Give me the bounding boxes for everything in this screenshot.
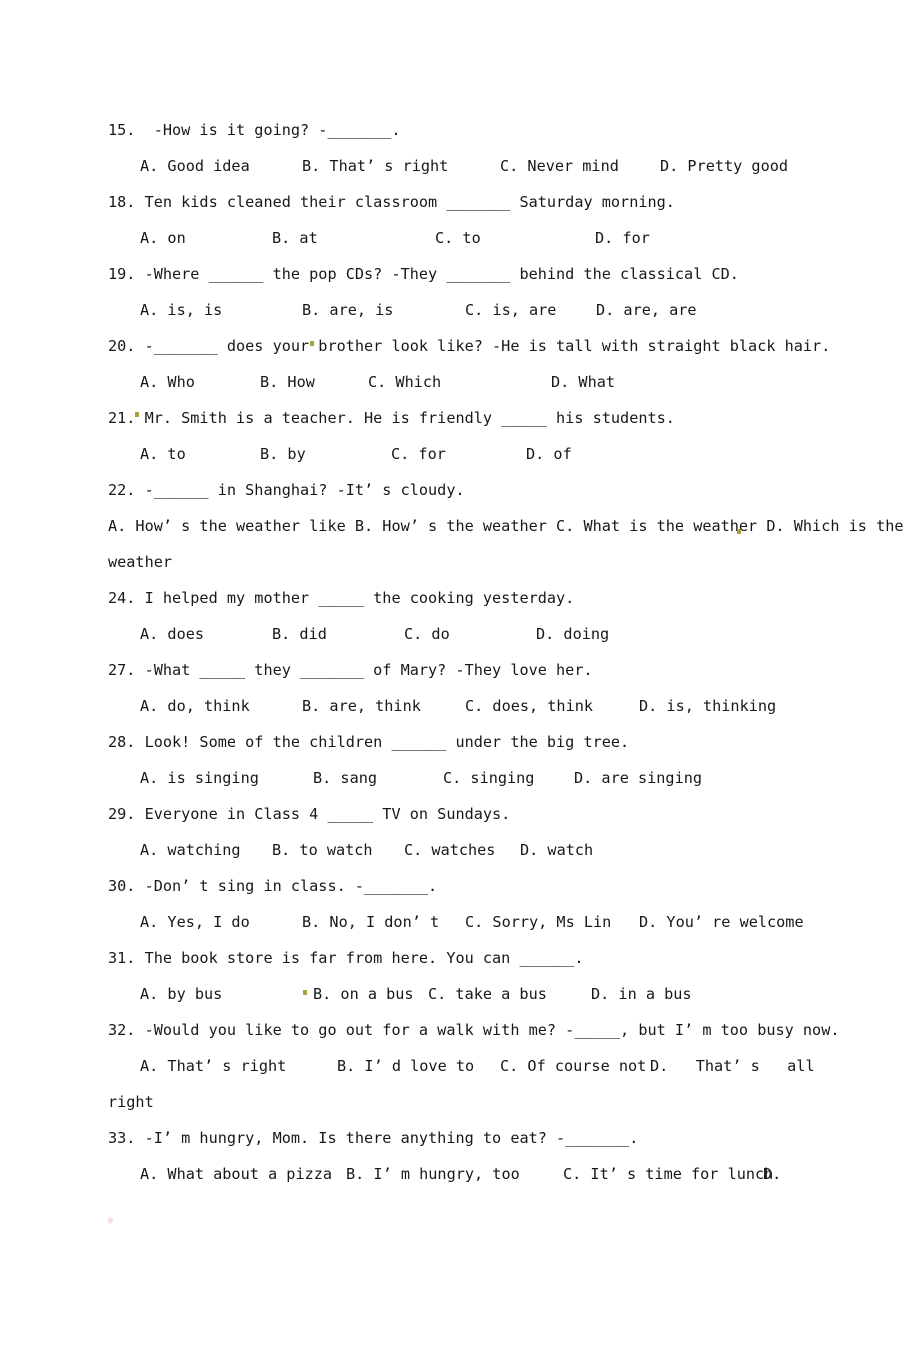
option-28-d[interactable]: D. are singing	[574, 760, 702, 796]
option-30-c[interactable]: C. Sorry, Ms Lin	[465, 904, 611, 940]
option-row-21: A. to B. by C. for D. of	[108, 436, 820, 472]
question-stem-32: 32. -Would you like to go out for a walk…	[108, 1021, 840, 1039]
option-19-d[interactable]: D. are, are	[596, 292, 697, 328]
option-29-b[interactable]: B. to watch	[272, 832, 373, 868]
question-stem-27: 27. -What _____ they _______ of Mary? -T…	[108, 661, 593, 679]
option-33-a[interactable]: A. What about a pizza	[140, 1156, 332, 1192]
option-paragraph-22-continued: weather	[108, 553, 173, 571]
option-32-b[interactable]: B. I’ d love to	[337, 1048, 474, 1084]
option-32-d[interactable]: D. That’ s all	[650, 1048, 815, 1084]
question-stem-24: 24. I helped my mother _____ the cooking…	[108, 589, 575, 607]
question-stem-30: 30. -Don’ t sing in class. -_______.	[108, 877, 438, 895]
option-28-b[interactable]: B. sang	[313, 760, 377, 796]
option-32-c[interactable]: C. Of course not	[500, 1048, 646, 1084]
question-stem-22: 22. -______ in Shanghai? -It’ s cloudy.	[108, 481, 465, 499]
option-33-b[interactable]: B. I’ m hungry, too	[346, 1156, 520, 1192]
option-28-c[interactable]: C. singing	[443, 760, 534, 796]
question-stem-33: 33. -I’ m hungry, Mom. Is there anything…	[108, 1129, 639, 1147]
option-27-d[interactable]: D. is, thinking	[639, 688, 776, 724]
option-27-b[interactable]: B. are, think	[302, 688, 421, 724]
option-21-b[interactable]: B. by	[260, 436, 306, 472]
question-stem-21: 21. Mr. Smith is a teacher. He is friend…	[108, 409, 675, 427]
option-33-c[interactable]: C. It’ s time for lunch	[563, 1156, 773, 1192]
option-28-a[interactable]: A. is singing	[140, 760, 259, 796]
option-row-29: A. watching B. to watch C. watches D. wa…	[108, 832, 820, 868]
option-24-b[interactable]: B. did	[272, 616, 327, 652]
option-20-c[interactable]: C. Which	[368, 364, 441, 400]
option-20-a[interactable]: A. Who	[140, 364, 195, 400]
option-row-28: A. is singing B. sang C. singing D. are …	[108, 760, 820, 796]
question-stem-28: 28. Look! Some of the children ______ un…	[108, 733, 630, 751]
option-row-19: A. is, is B. are, is C. is, are D. are, …	[108, 292, 820, 328]
option-31-d[interactable]: D. in a bus	[591, 976, 692, 1012]
option-row-31: A. by bus B. on a bus C. take a bus D. i…	[108, 976, 820, 1012]
option-18-c[interactable]: C. to	[435, 220, 481, 256]
option-24-d[interactable]: D. doing	[536, 616, 609, 652]
option-row-18: A. on B. at C. to D. for	[108, 220, 820, 256]
option-20-b[interactable]: B. How	[260, 364, 315, 400]
option-row-15: A. Good idea B. That’ s right C. Never m…	[108, 148, 820, 184]
option-24-a[interactable]: A. does	[140, 616, 204, 652]
option-29-c[interactable]: C. watches	[404, 832, 495, 868]
option-21-d[interactable]: D. of	[526, 436, 572, 472]
option-19-a[interactable]: A. is, is	[140, 292, 222, 328]
option-20-d[interactable]: D. What	[551, 364, 615, 400]
option-15-a[interactable]: A. Good idea	[140, 148, 250, 184]
question-stem-29: 29. Everyone in Class 4 _____ TV on Sund…	[108, 805, 511, 823]
option-row-24: A. does B. did C. do D. doing	[108, 616, 820, 652]
option-29-a[interactable]: A. watching	[140, 832, 241, 868]
option-19-c[interactable]: C. is, are	[465, 292, 556, 328]
option-30-a[interactable]: A. Yes, I do	[140, 904, 250, 940]
option-row-20: A. Who B. How C. Which D. What	[108, 364, 820, 400]
option-32-a[interactable]: A. That’ s right	[140, 1048, 286, 1084]
option-29-d[interactable]: D. watch	[520, 832, 593, 868]
option-21-a[interactable]: A. to	[140, 436, 186, 472]
document-page: 15. -How is it going? -_______. A. Good …	[0, 0, 920, 1302]
option-15-d[interactable]: D. Pretty good	[660, 148, 788, 184]
option-paragraph-22[interactable]: A. How’ s the weather like B. How’ s the…	[108, 508, 904, 544]
question-stem-20: 20. -_______ does your brother look like…	[108, 337, 831, 355]
option-18-a[interactable]: A. on	[140, 220, 186, 256]
option-24-c[interactable]: C. do	[404, 616, 450, 652]
question-stem-15: 15. -How is it going? -_______.	[108, 121, 401, 139]
option-31-a[interactable]: A. by bus	[140, 976, 222, 1012]
question-stem-18: 18. Ten kids cleaned their classroom ___…	[108, 193, 675, 211]
option-21-c[interactable]: C. for	[391, 436, 446, 472]
option-31-c[interactable]: C. take a bus	[428, 976, 547, 1012]
question-stem-19: 19. -Where ______ the pop CDs? -They ___…	[108, 265, 739, 283]
option-31-b[interactable]: B. on a bus	[313, 976, 414, 1012]
option-27-a[interactable]: A. do, think	[140, 688, 250, 724]
option-18-b[interactable]: B. at	[272, 220, 318, 256]
option-27-c[interactable]: C. does, think	[465, 688, 593, 724]
option-33-d[interactable]: D.	[763, 1156, 781, 1192]
option-row-32: A. That’ s right B. I’ d love to C. Of c…	[108, 1048, 820, 1084]
worksheet-content: 15. -How is it going? -_______. A. Good …	[108, 112, 904, 1192]
option-15-b[interactable]: B. That’ s right	[302, 148, 448, 184]
option-row-30: A. Yes, I do B. No, I don’ t C. Sorry, M…	[108, 904, 820, 940]
option-row-27: A. do, think B. are, think C. does, thin…	[108, 688, 820, 724]
option-15-c[interactable]: C. Never mind	[500, 148, 619, 184]
option-row-33: A. What about a pizza B. I’ m hungry, to…	[108, 1156, 820, 1192]
option-19-b[interactable]: B. are, is	[302, 292, 393, 328]
option-30-b[interactable]: B. No, I don’ t	[302, 904, 439, 940]
question-stem-31: 31. The book store is far from here. You…	[108, 949, 584, 967]
option-row-32-continued: right	[108, 1093, 154, 1111]
option-18-d[interactable]: D. for	[595, 220, 650, 256]
option-30-d[interactable]: D. You’ re welcome	[639, 904, 804, 940]
